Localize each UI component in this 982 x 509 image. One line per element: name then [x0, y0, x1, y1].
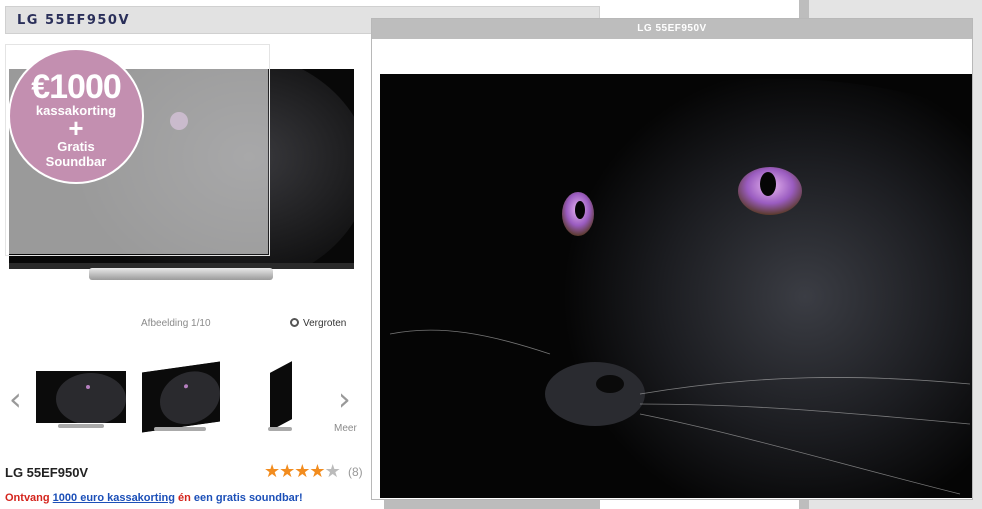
- thumb-3-stand: [268, 427, 292, 431]
- promo-part2: én: [174, 492, 194, 504]
- product-title: LG 55EF950V: [17, 13, 131, 28]
- thumb-image: [142, 361, 220, 433]
- thumbnail-3[interactable]: [270, 361, 292, 431]
- thumb-image: [36, 371, 126, 425]
- star-icon: ★: [264, 461, 280, 481]
- thumbnail-1[interactable]: [36, 371, 126, 425]
- promo-link[interactable]: 1000 euro kassakorting: [53, 492, 175, 504]
- zoomed-image[interactable]: [380, 74, 972, 498]
- more-link[interactable]: Meer: [334, 423, 357, 434]
- tv-stand: [89, 268, 273, 280]
- popup-header: LG 55EF950V: [372, 19, 972, 39]
- popup-title: LG 55EF950V: [637, 23, 707, 34]
- rating-stars[interactable]: ★★★★★: [264, 461, 341, 482]
- thumb-1-stand: [58, 424, 104, 428]
- thumb-2-stand: [154, 427, 206, 431]
- image-counter: Afbeelding 1/10: [141, 318, 211, 329]
- promo-part3: een gratis soundbar!: [193, 492, 303, 504]
- promo-text: Ontvang 1000 euro kassakorting én een gr…: [5, 492, 303, 504]
- zoom-popup[interactable]: LG 55EF950V: [371, 18, 973, 500]
- zoom-button[interactable]: Vergroten: [290, 317, 346, 329]
- star-icon: ★: [294, 461, 310, 481]
- bottom-strip: [384, 500, 600, 509]
- star-icon: ★: [309, 461, 325, 481]
- zoom-label: Vergroten: [303, 318, 347, 329]
- thumbnail-2[interactable]: [142, 361, 220, 433]
- chevron-right-icon[interactable]: ›: [338, 383, 351, 415]
- star-icon: ★: [279, 461, 295, 481]
- promo-badge: €1000 kassakorting + Gratis Soundbar: [8, 48, 144, 184]
- panther-zoom-image: [380, 74, 972, 498]
- badge-line3: Soundbar: [45, 154, 107, 169]
- badge-amount: €1000: [31, 68, 122, 106]
- star-icon: ★: [324, 461, 341, 481]
- badge-line2: Gratis: [57, 139, 95, 154]
- chevron-left-icon[interactable]: ‹: [9, 383, 22, 415]
- review-count[interactable]: (8): [348, 465, 363, 479]
- magnifier-icon: [290, 318, 299, 327]
- promo-part1: Ontvang: [5, 492, 53, 504]
- product-name: LG 55EF950V: [5, 465, 89, 480]
